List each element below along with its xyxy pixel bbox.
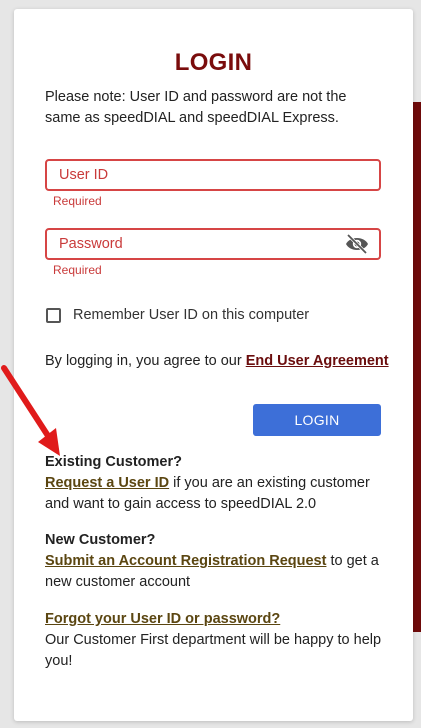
page-title: LOGIN: [174, 49, 253, 76]
login-note: Please note: User ID and password are no…: [45, 89, 347, 126]
user-id-error: Required: [53, 194, 102, 208]
remember-label: Remember User ID on this computer: [73, 307, 310, 323]
forgot-credentials-link[interactable]: Forgot your User ID or password?: [45, 611, 280, 627]
account-registration-link[interactable]: Submit an Account Registration Request: [45, 553, 326, 569]
remember-user-id[interactable]: Remember User ID on this computer: [46, 307, 309, 323]
login-button[interactable]: LOGIN: [253, 404, 381, 436]
existing-customer-heading: Existing Customer?: [45, 454, 182, 470]
existing-customer-section: Existing Customer? Request a User ID if …: [45, 452, 390, 515]
new-customer-heading: New Customer?: [45, 532, 156, 548]
eye-off-icon[interactable]: [345, 233, 369, 255]
user-id-field[interactable]: [45, 159, 381, 191]
remember-checkbox[interactable]: [46, 307, 61, 323]
agreement-prefix: By logging in, you agree to our: [45, 353, 246, 369]
red-arrow-icon: [1, 365, 60, 456]
login-card: LOGIN Please note: User ID and password …: [14, 9, 413, 721]
forgot-section: Forgot your User ID or password? Our Cus…: [45, 609, 390, 672]
password-input[interactable]: [47, 230, 379, 258]
user-id-input[interactable]: [47, 161, 379, 189]
request-user-id-link[interactable]: Request a User ID: [45, 475, 169, 491]
end-user-agreement-link[interactable]: End User Agreement: [246, 353, 389, 369]
password-field[interactable]: [45, 228, 381, 260]
new-customer-section: New Customer? Submit an Account Registra…: [45, 530, 390, 593]
agreement-text: By logging in, you agree to our End User…: [45, 353, 389, 369]
forgot-help-text: Our Customer First department will be ha…: [45, 632, 382, 669]
password-error: Required: [53, 263, 102, 277]
